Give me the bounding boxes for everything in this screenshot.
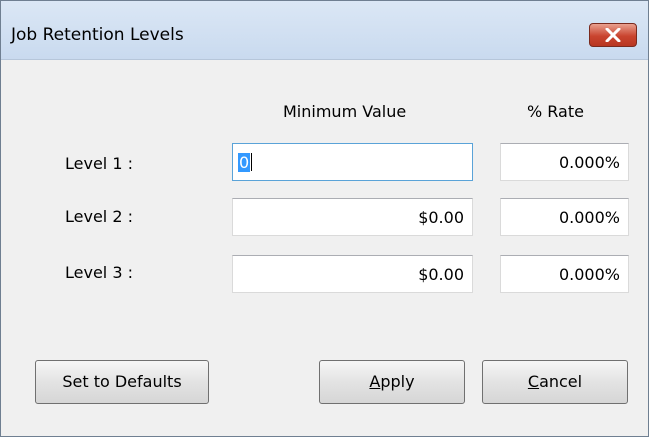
apply-button[interactable]: Apply bbox=[319, 360, 465, 404]
level-2-rate-text: 0.000% bbox=[558, 208, 620, 227]
level-1-minimum-value-input[interactable]: 0 bbox=[232, 143, 473, 181]
level-3-rate-input[interactable]: 0.000% bbox=[500, 255, 629, 293]
level-1-rate-input[interactable]: 0.000% bbox=[500, 143, 629, 181]
level-3-label: Level 3 : bbox=[65, 263, 133, 282]
level-1-minimum-value-text: 0 bbox=[238, 153, 251, 172]
dialog-window: Job Retention Levels Minimum Value % Rat… bbox=[0, 0, 649, 437]
apply-mnemonic: A bbox=[369, 372, 381, 391]
level-1-rate-text: 0.000% bbox=[558, 153, 620, 172]
cancel-label-rest: ancel bbox=[539, 372, 583, 391]
close-x-icon bbox=[605, 28, 621, 42]
level-3-rate-text: 0.000% bbox=[558, 265, 620, 284]
window-title: Job Retention Levels bbox=[11, 25, 184, 45]
minimum-value-header: Minimum Value bbox=[283, 102, 407, 121]
rate-header: % Rate bbox=[527, 102, 584, 121]
level-2-label: Level 2 : bbox=[65, 207, 133, 226]
level-2-minimum-value-text: $0.00 bbox=[418, 208, 464, 227]
level-2-minimum-value-input[interactable]: $0.00 bbox=[232, 198, 473, 236]
level-2-rate-input[interactable]: 0.000% bbox=[500, 198, 629, 236]
apply-label-rest: pply bbox=[380, 372, 415, 391]
level-3-minimum-value-input[interactable]: $0.00 bbox=[232, 255, 473, 293]
cancel-button[interactable]: Cancel bbox=[482, 360, 628, 404]
title-bar[interactable]: Job Retention Levels bbox=[1, 1, 648, 60]
level-1-label: Level 1 : bbox=[65, 154, 133, 173]
level-3-minimum-value-text: $0.00 bbox=[418, 265, 464, 284]
close-button[interactable] bbox=[589, 23, 637, 47]
cancel-mnemonic: C bbox=[527, 372, 540, 391]
set-to-defaults-button[interactable]: Set to Defaults bbox=[35, 360, 209, 404]
set-to-defaults-label: Set to Defaults bbox=[62, 372, 182, 391]
text-caret bbox=[251, 153, 253, 171]
